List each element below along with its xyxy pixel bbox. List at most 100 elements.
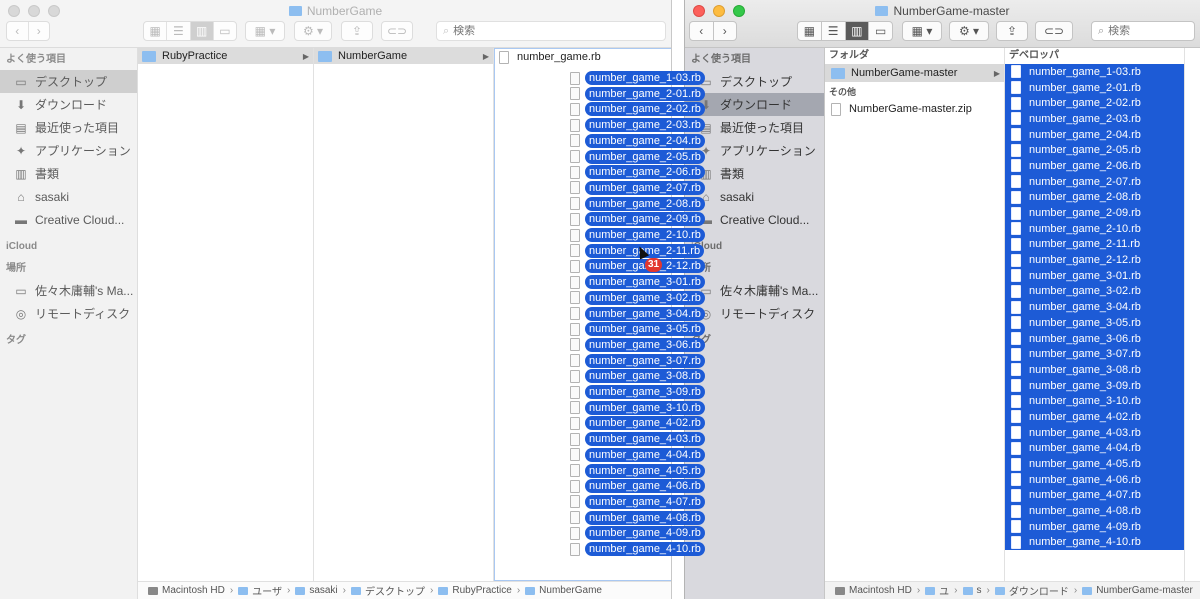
tags-header: タグ bbox=[6, 335, 26, 346]
list-item[interactable]: number_game_2-04.rb bbox=[1005, 126, 1184, 143]
sidebar-item[interactable]: ⌂ sasaki bbox=[685, 185, 824, 208]
sidebar-item[interactable]: ✦ アプリケーション bbox=[685, 139, 824, 162]
file-icon bbox=[1011, 128, 1021, 142]
list-item[interactable]: number_game_2-11.rb bbox=[1005, 236, 1184, 253]
sidebar-item[interactable]: ▤ 最近使った項目 bbox=[685, 116, 824, 139]
list-item[interactable]: number_game_2-05.rb bbox=[1005, 142, 1184, 159]
path-item[interactable]: ユーザ bbox=[238, 583, 282, 598]
drag-item: number_game_3-06.rb bbox=[570, 337, 705, 353]
file-icon bbox=[1011, 159, 1021, 173]
share-button[interactable]: ⇪ bbox=[996, 21, 1028, 41]
list-item[interactable]: number_game_2-07.rb bbox=[1005, 173, 1184, 190]
sidebar-item[interactable]: ▭ デスクトップ bbox=[685, 70, 824, 93]
path-item[interactable]: s bbox=[962, 585, 982, 596]
list-item[interactable]: number_game_4-02.rb bbox=[1005, 409, 1184, 425]
list-item[interactable]: RubyPractice ▶ bbox=[138, 48, 313, 64]
list-item[interactable]: number_game_2-01.rb bbox=[1005, 79, 1184, 96]
list-item[interactable]: NumberGame-master ▶ bbox=[825, 64, 1004, 82]
group-button[interactable]: ▦ ▾ bbox=[245, 21, 285, 41]
sidebar-item[interactable]: ▥ 書類 bbox=[685, 162, 824, 185]
list-item[interactable]: number_game_4-07.rb bbox=[1005, 487, 1184, 504]
sidebar-item[interactable]: ⬇ ダウンロード bbox=[685, 93, 824, 116]
list-item[interactable]: number_game_2-03.rb bbox=[1005, 111, 1184, 127]
icon-view-icon[interactable]: ▦ bbox=[144, 22, 168, 40]
sidebar-item[interactable]: ▬ Creative Cloud... bbox=[685, 208, 824, 231]
sidebar-item[interactable]: ▬ Creative Cloud... bbox=[0, 208, 137, 231]
icon-view-icon[interactable]: ▦ bbox=[798, 22, 822, 40]
search-input[interactable] bbox=[1108, 25, 1169, 37]
path-item[interactable]: NumberGame bbox=[525, 585, 602, 596]
sidebar-item[interactable]: ▭ 佐々木庸輔's Ma... bbox=[0, 279, 137, 302]
path-item[interactable]: Macintosh HD bbox=[835, 585, 912, 596]
list-item[interactable]: number_game_3-07.rb bbox=[1005, 346, 1184, 363]
list-item[interactable]: number_game_3-02.rb bbox=[1005, 283, 1184, 300]
list-item[interactable]: number_game_1-03.rb bbox=[1005, 64, 1184, 80]
list-item[interactable]: number_game_3-05.rb bbox=[1005, 315, 1184, 331]
list-item[interactable]: number_game_2-06.rb bbox=[1005, 158, 1184, 174]
list-item[interactable]: number_game_3-10.rb bbox=[1005, 393, 1184, 410]
list-item[interactable]: number_game_4-10.rb bbox=[1005, 534, 1184, 551]
list-item[interactable]: number_game_4-04.rb bbox=[1005, 440, 1184, 457]
tag-button[interactable]: ⊂⊃ bbox=[1035, 21, 1073, 41]
tag-icon: ⊂⊃ bbox=[386, 24, 408, 38]
sidebar-item[interactable]: ⌂ sasaki bbox=[0, 185, 137, 208]
sidebar-item[interactable]: ▭ デスクトップ bbox=[0, 70, 137, 93]
sidebar-item[interactable]: ▭ 佐々木庸輔's Ma... bbox=[685, 279, 824, 302]
search-input[interactable] bbox=[453, 25, 514, 37]
sidebar-item[interactable]: ◎ リモートディスク bbox=[685, 302, 824, 325]
list-item[interactable]: number_game_4-06.rb bbox=[1005, 471, 1184, 488]
list-item[interactable]: number_game_2-09.rb bbox=[1005, 205, 1184, 221]
search-icon: ⌕ bbox=[443, 24, 450, 37]
path-item[interactable]: NumberGame-master bbox=[1082, 585, 1193, 596]
list-item[interactable]: number_game_3-06.rb bbox=[1005, 330, 1184, 347]
search-field[interactable]: ⌕ bbox=[436, 21, 666, 41]
list-item[interactable]: number_game_2-08.rb bbox=[1005, 189, 1184, 206]
column-view-icon[interactable]: ▥ bbox=[845, 22, 870, 40]
list-view-icon[interactable]: ☰ bbox=[822, 22, 846, 40]
group-button[interactable]: ▦ ▾ bbox=[902, 21, 942, 41]
list-item[interactable]: number_game_2-02.rb bbox=[1005, 95, 1184, 112]
list-item[interactable]: number_game.rb bbox=[495, 49, 671, 65]
list-view-icon[interactable]: ☰ bbox=[167, 22, 191, 40]
search-field[interactable]: ⌕ bbox=[1091, 21, 1195, 41]
sidebar-item[interactable]: ▤ 最近使った項目 bbox=[0, 116, 137, 139]
list-item[interactable]: number_game_3-08.rb bbox=[1005, 362, 1184, 378]
sidebar-item[interactable]: ◎ リモートディスク bbox=[0, 302, 137, 325]
gallery-view-icon[interactable]: ▭ bbox=[214, 22, 236, 40]
path-item[interactable]: Macintosh HD bbox=[148, 585, 225, 596]
drag-item: number_game_2-12.rb bbox=[570, 258, 705, 274]
share-button[interactable]: ⇪ bbox=[341, 21, 373, 41]
path-item[interactable]: デスクトップ bbox=[351, 583, 425, 598]
list-item[interactable]: number_game_4-03.rb bbox=[1005, 424, 1184, 441]
back-button[interactable]: ‹ bbox=[690, 22, 714, 40]
list-item[interactable]: number_game_3-09.rb bbox=[1005, 377, 1184, 394]
path-item[interactable]: sasaki bbox=[295, 585, 338, 596]
path-item[interactable]: ダウンロード bbox=[994, 583, 1069, 598]
list-item[interactable]: number_game_3-01.rb bbox=[1005, 267, 1184, 284]
list-item[interactable]: number_game_2-12.rb bbox=[1005, 252, 1184, 268]
forward-button[interactable]: › bbox=[714, 22, 737, 40]
list-item[interactable]: number_game_4-09.rb bbox=[1005, 518, 1184, 535]
action-button[interactable]: ⚙ ▾ bbox=[294, 21, 332, 41]
sidebar-item[interactable]: ✦ アプリケーション bbox=[0, 139, 137, 162]
column-view-icon[interactable]: ▥ bbox=[190, 22, 214, 40]
file-icon bbox=[1011, 426, 1021, 440]
tag-button[interactable]: ⊂⊃ bbox=[381, 21, 413, 41]
drag-item-label: number_game_4-08.rb bbox=[585, 510, 705, 525]
path-item[interactable]: RubyPractice bbox=[438, 585, 512, 596]
list-item[interactable]: number_game_2-10.rb bbox=[1005, 220, 1184, 237]
list-item[interactable]: number_game_4-08.rb bbox=[1005, 503, 1184, 519]
back-button[interactable]: ‹ bbox=[7, 22, 29, 40]
sidebar-item[interactable]: ⬇ ダウンロード bbox=[0, 93, 137, 116]
sidebar-item[interactable]: ▥ 書類 bbox=[0, 162, 137, 185]
path-item[interactable]: ユ bbox=[925, 583, 949, 598]
action-button[interactable]: ⚙ ▾ bbox=[949, 21, 989, 41]
drag-item-label: number_game_3-06.rb bbox=[585, 337, 705, 352]
gallery-view-icon[interactable]: ▭ bbox=[869, 22, 892, 40]
list-item[interactable]: number_game_3-04.rb bbox=[1005, 299, 1184, 315]
titlebar-right: NumberGame-master ‹ › ▦ ☰ ▥ ▭ ▦ ▾ ⚙ ▾ ⇪ … bbox=[685, 0, 1200, 48]
list-item[interactable]: NumberGame ▶ bbox=[314, 48, 493, 64]
list-item[interactable]: number_game_4-05.rb bbox=[1005, 456, 1184, 472]
list-item[interactable]: NumberGame-master.zip bbox=[825, 100, 1004, 118]
forward-button[interactable]: › bbox=[29, 22, 50, 40]
